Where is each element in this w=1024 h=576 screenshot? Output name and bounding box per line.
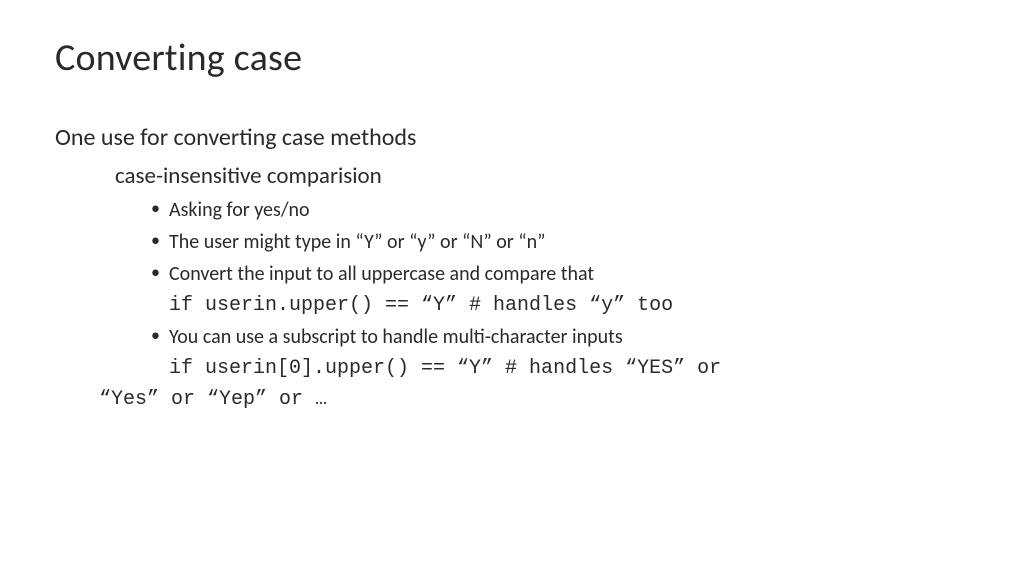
bullet-item: Asking for yes/no (151, 196, 969, 224)
code-snippet-continuation: “Yes” or “Yep” or … (99, 386, 969, 413)
bullet-list: Asking for yes/no The user might type in… (151, 196, 969, 288)
bullet-item: You can use a subscript to handle multi-… (151, 323, 969, 351)
bullet-item: The user might type in “Y” or “y” or “N”… (151, 228, 969, 256)
code-snippet: if userin[0].upper() == “Y” # handles “Y… (55, 355, 969, 382)
code-snippet: if userin.upper() == “Y” # handles “y” t… (169, 292, 969, 319)
intro-text: One use for converting case methods (55, 123, 969, 152)
slide-title: Converting case (55, 35, 969, 81)
bullet-list: You can use a subscript to handle multi-… (151, 323, 969, 351)
subheading: case-insensitive comparision (115, 162, 969, 190)
bullet-item: Convert the input to all uppercase and c… (151, 260, 969, 288)
